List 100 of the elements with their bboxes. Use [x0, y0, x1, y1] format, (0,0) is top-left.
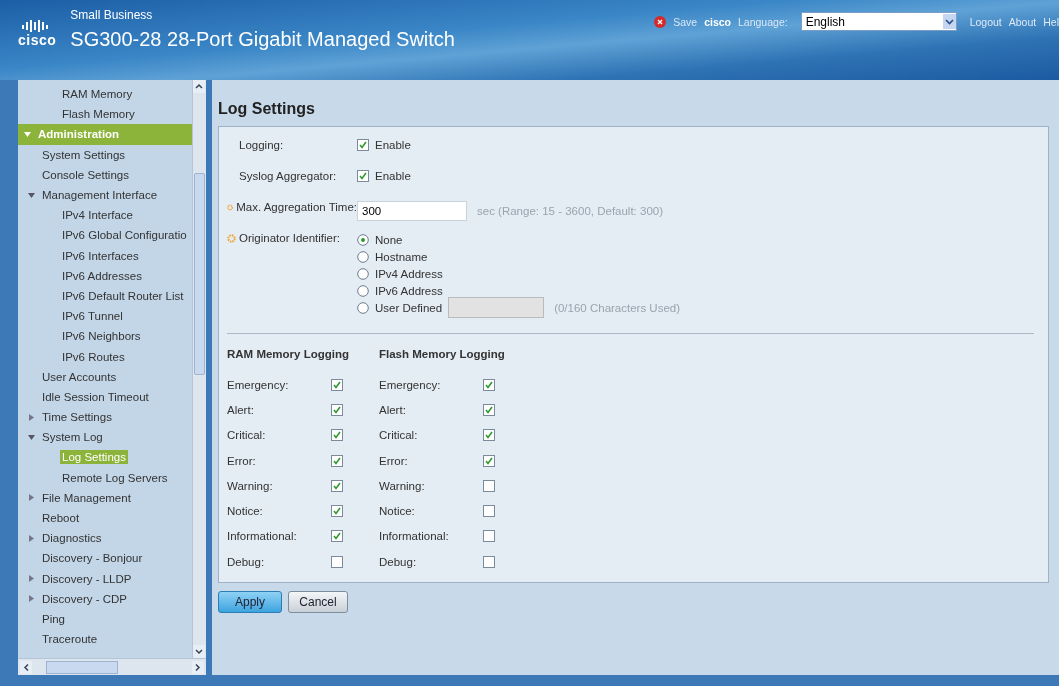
scroll-down-icon[interactable] — [193, 645, 205, 658]
nav-item[interactable]: IPv6 Tunnel — [60, 309, 125, 324]
level-label: Warning: — [379, 479, 425, 492]
nav-item[interactable]: RAM Memory — [60, 87, 135, 102]
collapsed-arrow-icon[interactable] — [28, 575, 35, 583]
nav-item[interactable]: IPv6 Interfaces — [60, 248, 141, 263]
checkbox-label: Enable — [375, 170, 411, 182]
level-label: Critical: — [379, 429, 418, 442]
apply-button[interactable]: Apply — [218, 591, 282, 614]
checkbox[interactable] — [331, 454, 343, 467]
checkbox[interactable] — [483, 555, 495, 568]
level-label: Informational: — [379, 530, 449, 543]
radio-button[interactable] — [357, 301, 369, 314]
field-label: Originator Identifier: — [239, 232, 340, 244]
nav-item[interactable]: IPv6 Default Router List — [60, 288, 186, 303]
checkbox[interactable] — [331, 378, 343, 391]
save-icon[interactable] — [654, 15, 667, 28]
user-name: cisco — [704, 15, 731, 28]
nav-item[interactable]: Ping — [40, 611, 68, 626]
scroll-up-icon[interactable] — [193, 80, 205, 93]
cancel-button[interactable]: Cancel — [288, 591, 348, 614]
nav-item[interactable]: Diagnostics — [40, 531, 104, 546]
level-label: Debug: — [227, 555, 265, 568]
scroll-right-icon[interactable] — [192, 660, 204, 674]
nav-item[interactable]: Management Interface — [40, 188, 160, 203]
checkbox[interactable] — [357, 139, 369, 151]
level-label: Error: — [379, 454, 408, 467]
nav-item[interactable]: Remote Log Servers — [60, 470, 170, 485]
level-label: Alert: — [227, 403, 254, 416]
level-label: Debug: — [379, 555, 417, 568]
collapsed-arrow-icon[interactable] — [28, 534, 35, 542]
radio-button[interactable] — [357, 284, 369, 297]
field-label: Max. Aggregation Time: — [236, 201, 357, 213]
nav-item[interactable]: Idle Session Timeout — [40, 389, 151, 404]
level-label: Emergency: — [227, 378, 289, 391]
nav-item[interactable]: Traceroute — [40, 632, 100, 647]
nav-item[interactable]: Flash Memory — [60, 107, 137, 122]
checkbox[interactable] — [331, 505, 343, 518]
nav-item[interactable]: IPv4 Interface — [60, 208, 135, 223]
nav-item[interactable]: IPv6 Neighbors — [60, 329, 143, 344]
page-title: Log Settings — [218, 99, 316, 119]
collapsed-arrow-icon[interactable] — [28, 413, 35, 421]
checkbox[interactable] — [483, 429, 495, 442]
radio-label: Hostname — [375, 250, 428, 263]
collapsed-arrow-icon[interactable] — [28, 595, 35, 603]
column-heading: Flash Memory Logging — [379, 348, 506, 362]
checkbox[interactable] — [331, 530, 343, 543]
checkbox[interactable] — [483, 479, 495, 492]
input-field[interactable]: 300 — [357, 201, 467, 221]
checkbox[interactable] — [331, 479, 343, 492]
level-label: Emergency: — [379, 378, 441, 391]
product-title: SG300-28 28-Port Gigabit Managed Switch — [70, 28, 455, 51]
nav-item[interactable]: Reboot — [40, 511, 82, 526]
expanded-arrow-icon[interactable] — [28, 191, 35, 199]
nav-item[interactable]: System Log — [40, 430, 105, 445]
nav-item[interactable]: System Settings — [40, 147, 128, 162]
radio-button[interactable] — [357, 233, 369, 246]
radio-label: IPv4 Address — [375, 267, 443, 280]
nav-item[interactable]: Console Settings — [40, 167, 131, 182]
level-label: Informational: — [227, 530, 297, 543]
checkbox[interactable] — [331, 403, 343, 416]
radio-button[interactable] — [357, 267, 369, 280]
radio-label: User Defined — [375, 301, 443, 314]
checkbox[interactable] — [483, 403, 495, 416]
checkbox[interactable] — [483, 454, 495, 467]
checkbox[interactable] — [357, 170, 369, 182]
checkbox[interactable] — [331, 429, 343, 442]
horizontal-scrollbar[interactable] — [18, 658, 206, 675]
nav-item[interactable]: Discovery - CDP — [40, 591, 129, 606]
checkbox[interactable] — [483, 530, 495, 543]
checkbox-label: Enable — [375, 139, 411, 151]
nav-item[interactable]: IPv6 Routes — [60, 349, 127, 364]
nav-item[interactable]: IPv6 Global Configuratio — [60, 228, 189, 243]
logo-text: cisco — [18, 32, 57, 48]
expanded-arrow-icon[interactable] — [28, 433, 35, 441]
level-label: Notice: — [227, 505, 263, 518]
brand-line: Small Business — [70, 8, 154, 22]
level-label: Critical: — [227, 429, 266, 442]
nav-item[interactable]: Discovery - LLDP — [40, 571, 134, 586]
level-label: Warning: — [227, 479, 273, 492]
expanded-arrow-icon[interactable] — [24, 130, 31, 138]
nav-item[interactable]: File Management — [40, 490, 133, 505]
radio-button[interactable] — [357, 250, 369, 263]
nav-item[interactable]: IPv6 Addresses — [60, 268, 144, 283]
collapsed-arrow-icon[interactable] — [28, 494, 35, 502]
vertical-scrollbar[interactable] — [192, 80, 206, 658]
language-select[interactable]: English — [800, 12, 957, 31]
nav-item[interactable]: Discovery - Bonjour — [40, 551, 145, 566]
radio-label: None — [375, 233, 403, 246]
column-heading: RAM Memory Logging — [227, 348, 351, 362]
field-label: Syslog Aggregator: — [239, 170, 337, 182]
range-hint: sec (Range: 15 - 3600, Default: 300) — [477, 205, 664, 217]
checkbox[interactable] — [483, 505, 495, 518]
nav-item[interactable]: Time Settings — [40, 410, 114, 425]
scroll-left-icon[interactable] — [20, 660, 32, 674]
character-count: (0/160 Characters Used) — [554, 301, 681, 314]
nav-item[interactable]: User Accounts — [40, 369, 119, 384]
level-label: Error: — [227, 454, 256, 467]
checkbox[interactable] — [331, 555, 343, 568]
checkbox[interactable] — [483, 378, 495, 391]
